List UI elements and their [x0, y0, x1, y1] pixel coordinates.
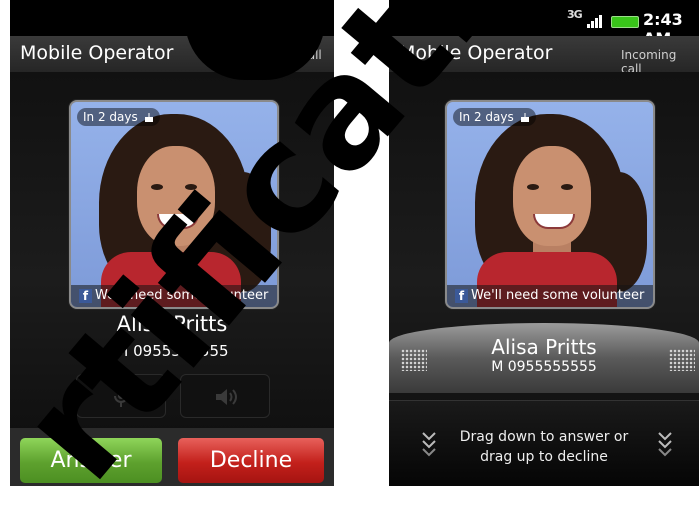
operator-name: Mobile Operator: [20, 42, 174, 64]
facebook-status-bar: f We'll need some volunteer: [447, 285, 653, 307]
drag-instruction-line2: drag up to decline: [480, 449, 608, 465]
birthday-badge: In 2 days: [77, 108, 160, 126]
incoming-call-screen-slider: 3G 2:43 AM Mobile Operator Incoming call…: [389, 0, 699, 486]
call-status-label: Incoming call: [242, 48, 322, 62]
birthday-cake-icon: [144, 113, 153, 122]
microphone-icon: [114, 388, 128, 407]
incoming-call-screen-buttons: 3G 2:41 AM Mobile Operator Incoming call…: [10, 0, 334, 486]
battery-icon: [611, 16, 639, 28]
call-header: Mobile Operator Incoming call: [389, 36, 699, 76]
mute-button[interactable]: [76, 374, 166, 418]
drag-instruction-text: Drag down to answer or drag up to declin…: [429, 427, 659, 467]
speaker-icon: [216, 389, 237, 405]
birthday-badge-text: In 2 days: [459, 110, 514, 124]
drag-instruction-area: Drag down to answer or drag up to declin…: [389, 400, 699, 486]
chevron-down-icon: [658, 432, 672, 457]
status-bar: 3G 2:43 AM: [389, 0, 699, 48]
answer-button[interactable]: Answer: [20, 438, 162, 483]
network-type-indicator: 3G: [190, 8, 206, 21]
caller-photo: In 2 days f We'll need some volunteer: [445, 100, 655, 309]
signal-strength-icon: [587, 14, 605, 28]
caller-number: M 0955555555: [491, 359, 597, 375]
facebook-icon: f: [79, 289, 92, 303]
call-header: Mobile Operator Incoming call: [10, 36, 334, 73]
decline-button[interactable]: Decline: [178, 438, 324, 483]
birthday-cake-icon: [520, 113, 529, 122]
facebook-status-text: We'll need some volunteer: [95, 288, 269, 303]
facebook-status-text: We'll need some volunteer: [471, 288, 645, 303]
caller-name: Alisa Pritts: [491, 335, 597, 359]
drag-instruction-line1: Drag down to answer or: [459, 429, 629, 445]
caller-photo: In 2 days f We'll need some volunteer: [69, 100, 279, 309]
caller-name: Alisa Pritts: [116, 312, 228, 336]
battery-icon: [234, 16, 262, 28]
caller-number: M 0955555555: [115, 342, 229, 360]
operator-name: Mobile Operator: [399, 42, 553, 64]
status-bar: 3G 2:41 AM: [10, 0, 334, 48]
facebook-icon: f: [455, 289, 468, 303]
network-type-indicator: 3G: [567, 8, 583, 21]
facebook-status-bar: f We'll need some volunteer: [71, 285, 277, 307]
birthday-badge: In 2 days: [453, 108, 536, 126]
speaker-button[interactable]: [180, 374, 270, 418]
birthday-badge-text: In 2 days: [83, 110, 138, 124]
signal-strength-icon: [210, 14, 228, 28]
